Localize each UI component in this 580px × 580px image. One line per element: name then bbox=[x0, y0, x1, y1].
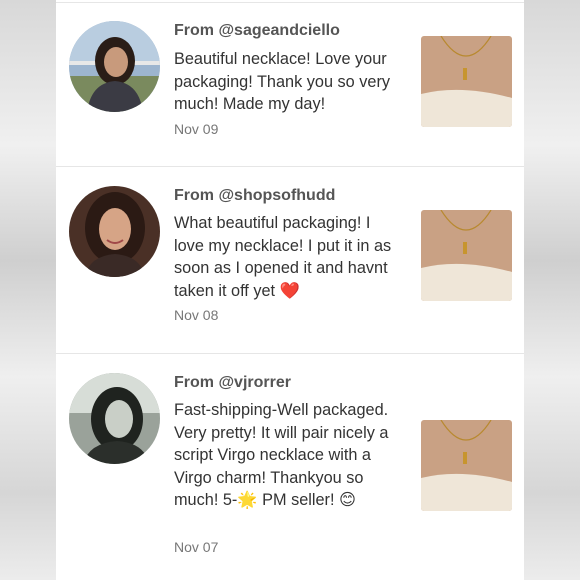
avatar[interactable] bbox=[69, 373, 160, 464]
divider bbox=[56, 166, 524, 167]
divider bbox=[56, 2, 524, 3]
divider bbox=[56, 353, 524, 354]
review-from: From @shopsofhudd bbox=[174, 187, 336, 204]
necklace-photo-icon bbox=[421, 36, 512, 127]
review-date: Nov 07 bbox=[174, 539, 219, 555]
review-date: Nov 08 bbox=[174, 307, 219, 323]
necklace-photo-icon bbox=[421, 210, 512, 301]
background-blur-right bbox=[524, 0, 580, 580]
review-list: From @sageandciello Beautiful necklace! … bbox=[56, 0, 524, 580]
review-text: Fast-shipping-Well packaged. Very pretty… bbox=[174, 401, 389, 509]
review-text: Beautiful necklace! Love your packaging!… bbox=[174, 50, 391, 113]
review-from: From @vjrorrer bbox=[174, 374, 291, 391]
avatar[interactable] bbox=[69, 21, 160, 112]
background-blur-left bbox=[0, 0, 56, 580]
product-thumbnail[interactable] bbox=[421, 36, 512, 127]
review-text: What beautiful packaging! I love my neck… bbox=[174, 214, 392, 300]
avatar-photo-icon bbox=[69, 373, 160, 464]
product-thumbnail[interactable] bbox=[421, 420, 512, 511]
avatar-photo-icon bbox=[69, 186, 160, 277]
necklace-photo-icon bbox=[421, 420, 512, 511]
avatar[interactable] bbox=[69, 186, 160, 277]
product-thumbnail[interactable] bbox=[421, 210, 512, 301]
review-date: Nov 09 bbox=[174, 121, 219, 137]
review-from: From @sageandciello bbox=[174, 22, 340, 39]
avatar-photo-icon bbox=[69, 21, 160, 112]
